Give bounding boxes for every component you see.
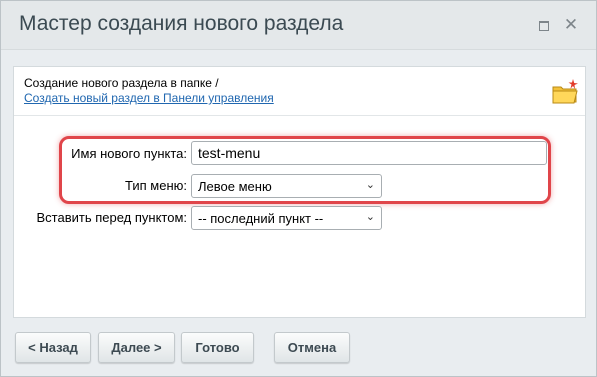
menu-type-select[interactable]: Левое меню ⌄ bbox=[191, 174, 382, 198]
maximize-icon[interactable] bbox=[534, 15, 554, 35]
close-icon[interactable]: ✕ bbox=[561, 15, 581, 35]
new-folder-icon bbox=[552, 79, 578, 104]
back-button[interactable]: < Назад bbox=[15, 332, 91, 363]
insert-before-label: Вставить перед пунктом: bbox=[36, 210, 188, 225]
panel-header: Создание нового раздела в папке / Создат… bbox=[14, 67, 585, 116]
title-bar[interactable]: Мастер создания нового раздела ✕ bbox=[1, 1, 596, 50]
menu-item-name-input[interactable]: test-menu bbox=[191, 141, 547, 165]
header-text: Создание нового раздела в папке / bbox=[24, 76, 219, 90]
dialog-title: Мастер создания нового раздела bbox=[19, 12, 344, 35]
next-button[interactable]: Далее > bbox=[98, 332, 175, 363]
chevron-down-icon: ⌄ bbox=[365, 211, 375, 223]
menu-type-label: Тип меню: bbox=[125, 178, 187, 193]
done-button[interactable]: Готово bbox=[181, 332, 254, 363]
control-panel-link[interactable]: Создать новый раздел в Панели управления bbox=[24, 91, 274, 105]
chevron-down-icon: ⌄ bbox=[365, 179, 375, 191]
name-label: Имя нового пункта: bbox=[71, 146, 187, 161]
cancel-button[interactable]: Отмена bbox=[274, 332, 350, 363]
insert-before-value: -- последний пункт -- bbox=[198, 211, 324, 226]
wizard-dialog: Мастер создания нового раздела ✕ Создани… bbox=[0, 0, 597, 377]
menu-type-value: Левое меню bbox=[198, 179, 272, 194]
insert-before-select[interactable]: -- последний пункт -- ⌄ bbox=[191, 206, 382, 230]
